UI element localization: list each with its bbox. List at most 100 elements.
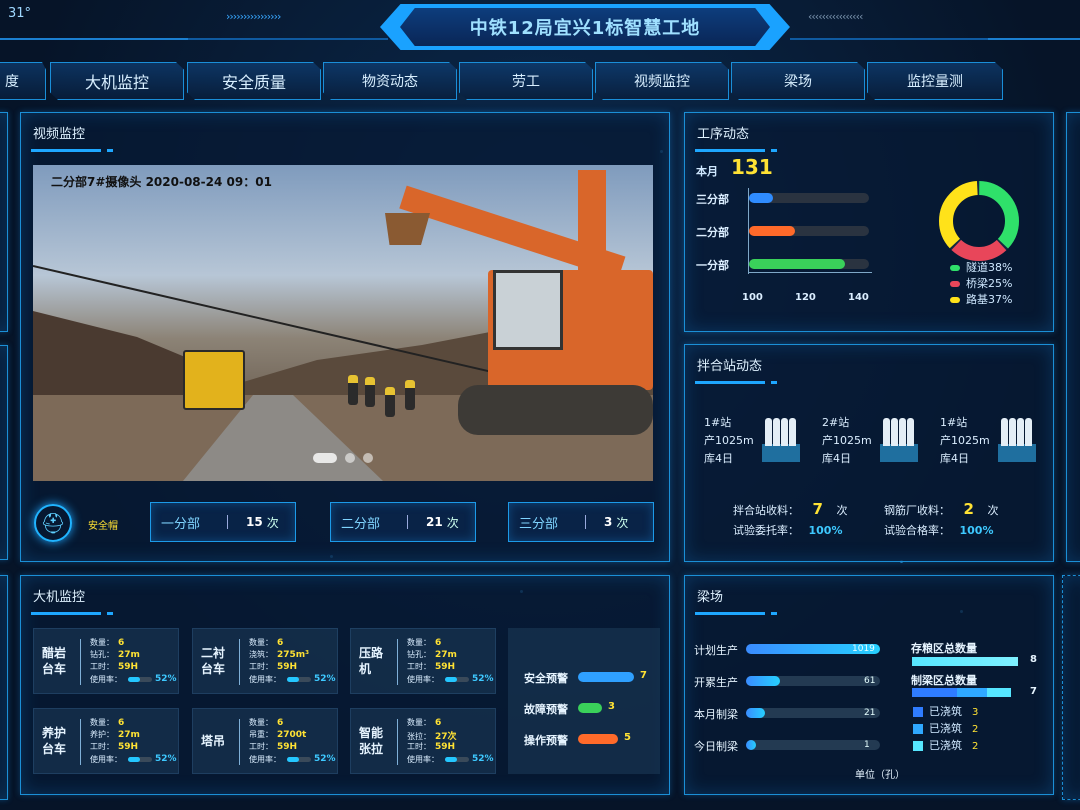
worker bbox=[365, 377, 375, 407]
usage-suffix: % bbox=[484, 674, 494, 684]
title-underline bbox=[31, 149, 131, 152]
tower-pipe bbox=[1025, 418, 1032, 446]
helmet-label: 安全帽 bbox=[88, 521, 118, 532]
machine-name-line: 智能 bbox=[359, 726, 384, 740]
machine-stat-label: 钻孔： bbox=[407, 650, 431, 659]
title-underline bbox=[695, 381, 795, 384]
process-tick: 140 bbox=[848, 292, 869, 303]
station-stock: 库4日 bbox=[822, 452, 851, 465]
making-value: 7 bbox=[1030, 686, 1037, 697]
usage-fill bbox=[128, 677, 141, 682]
poured-legend-item: 已浇筑 3 bbox=[913, 704, 978, 721]
helmet-count-branch1[interactable]: 一分部 15 次 bbox=[150, 502, 296, 542]
donut-legend-item: 路基37% bbox=[950, 292, 1012, 308]
machine-card[interactable]: 压路机 数量： 6 钻孔： 27m 工时： 59H 使用率： 52% bbox=[350, 628, 496, 694]
machine-stat-label: 数量： bbox=[90, 638, 114, 647]
usage-fill bbox=[128, 757, 141, 762]
month-value: 131 bbox=[731, 155, 773, 179]
beam-value: 21 bbox=[864, 708, 876, 718]
machine-stat: 吊重： 2700t bbox=[249, 729, 306, 740]
machine-name-line: 台车 bbox=[201, 662, 226, 676]
machine-stat-label: 数量： bbox=[249, 718, 273, 727]
carousel-dots bbox=[313, 453, 373, 463]
usage-track bbox=[287, 677, 311, 682]
process-row-label: 三分部 bbox=[696, 193, 729, 206]
usage-value: 52 bbox=[472, 754, 485, 764]
machine-stat-label: 工时： bbox=[249, 742, 273, 751]
camera-feed[interactable]: 二分部7#摄像头 2020-08-24 09：01 bbox=[33, 165, 653, 481]
tower-pipe bbox=[899, 418, 906, 446]
mixing-tower-icon bbox=[762, 416, 800, 462]
machine-stat-label: 数量： bbox=[249, 638, 273, 647]
excavator-track bbox=[458, 385, 653, 435]
poured-value: 2 bbox=[972, 724, 979, 735]
helmet-count-branch2[interactable]: 二分部 21 次 bbox=[330, 502, 476, 542]
warning-count: 5 bbox=[624, 732, 631, 743]
usage-track bbox=[128, 757, 152, 762]
machine-card[interactable]: 二衬 台车 数量： 6 浇筑： 275m³ 工时： 59H 使用率： 52% bbox=[192, 628, 338, 694]
tab-measurement[interactable]: 监控量测 bbox=[867, 62, 1003, 100]
process-bar bbox=[749, 226, 795, 236]
header-line-left2 bbox=[188, 38, 388, 40]
machine-stat-label: 工时： bbox=[407, 662, 431, 671]
machine-name: 二衬 台车 bbox=[201, 645, 225, 677]
machine-stat-value: 6 bbox=[277, 638, 284, 648]
machine-divider bbox=[80, 639, 81, 685]
beam-row-label: 今日制梁 bbox=[694, 740, 738, 753]
chevrons-left-icon: ›››››››››››››››› bbox=[226, 10, 281, 23]
machine-divider bbox=[239, 719, 240, 765]
right-panel-stub bbox=[1066, 112, 1080, 562]
beam-value: 61 bbox=[864, 676, 876, 686]
tower-pipe bbox=[1001, 418, 1008, 446]
poured-swatch bbox=[913, 707, 923, 717]
beam-bar bbox=[746, 708, 765, 718]
station-name: 1#站 bbox=[940, 416, 968, 429]
warning-bar bbox=[578, 672, 634, 682]
carousel-dot[interactable] bbox=[345, 453, 355, 463]
machine-stat-label: 养护： bbox=[90, 730, 114, 739]
usage-track bbox=[128, 677, 152, 682]
machine-card[interactable]: 养护 台车 数量： 6 养护： 27m 工时： 59H 使用率： 52% bbox=[33, 708, 179, 774]
usage-value: 52 bbox=[155, 754, 168, 764]
helmet-count-branch3[interactable]: 三分部 3次 bbox=[508, 502, 654, 542]
usage-label: 使用率： bbox=[407, 675, 439, 684]
machine-card[interactable]: 塔吊 数量： 6 吊重： 2700t 工时： 59H 使用率： 52% bbox=[192, 708, 338, 774]
legend-swatch bbox=[950, 265, 960, 271]
machine-stat-value: 59H bbox=[277, 662, 298, 672]
machine-name-line: 张拉 bbox=[359, 742, 384, 756]
tower-pipe bbox=[907, 418, 914, 446]
machine-stat: 工时： 59H bbox=[407, 661, 455, 672]
header-line-right2 bbox=[790, 38, 990, 40]
machine-card[interactable]: 智能 张拉 数量： 6 张拉： 27次 工时： 59H 使用率： 52% bbox=[350, 708, 496, 774]
usage-value: 52 bbox=[155, 674, 168, 684]
mix-receive: 拌合站收料： 7 次 bbox=[733, 500, 848, 518]
carousel-dot[interactable] bbox=[313, 453, 337, 463]
usage-track bbox=[445, 757, 469, 762]
worker bbox=[385, 387, 395, 417]
beam-panel-title: 梁场 bbox=[697, 590, 724, 605]
tab-labor[interactable]: 劳工 bbox=[459, 62, 593, 100]
process-row-label: 一分部 bbox=[696, 259, 729, 272]
legend-swatch bbox=[950, 297, 960, 303]
legend-text: 隧道38% bbox=[966, 261, 1013, 274]
poured-value: 2 bbox=[972, 741, 979, 752]
machine-stat: 数量： 6 bbox=[249, 717, 283, 728]
machine-stat-value: 59H bbox=[277, 742, 298, 752]
beam-value: 1 bbox=[864, 740, 870, 750]
usage-fill bbox=[445, 757, 458, 762]
tab-material[interactable]: 物资动态 bbox=[323, 62, 457, 100]
beam-bar-track bbox=[746, 740, 880, 750]
tab-safety-quality[interactable]: 安全质量 bbox=[187, 62, 321, 100]
machine-stat: 数量： 6 bbox=[90, 717, 124, 728]
tower-pipe bbox=[789, 418, 796, 446]
tab-beam-yard[interactable]: 梁场 bbox=[731, 62, 865, 100]
station-info: 1#站 产1025m 库4日 bbox=[940, 414, 990, 468]
usage-track bbox=[287, 757, 311, 762]
poured-legend: 已浇筑 3 已浇筑 2 已浇筑 2 bbox=[913, 704, 978, 755]
machine-card[interactable]: 醋岩 台车 数量： 6 钻孔： 27m 工时： 59H 使用率： 52% bbox=[33, 628, 179, 694]
title-underline bbox=[31, 612, 131, 615]
carousel-dot[interactable] bbox=[363, 453, 373, 463]
tab-progress[interactable]: 度 bbox=[0, 62, 46, 100]
tab-machine-monitor[interactable]: 大机监控 bbox=[50, 62, 184, 100]
tab-video-monitor[interactable]: 视频监控 bbox=[595, 62, 729, 100]
